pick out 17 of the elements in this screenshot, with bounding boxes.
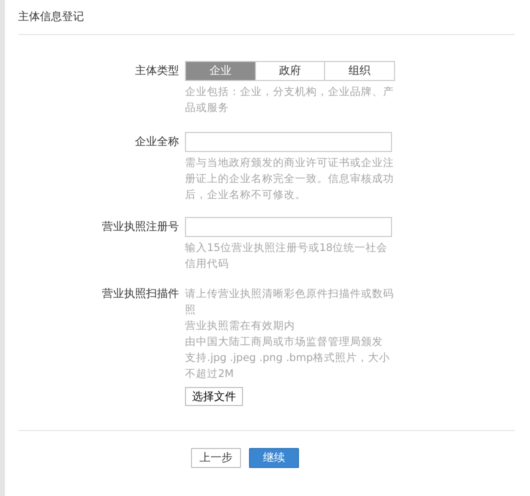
continue-button[interactable]: 继续 <box>249 448 299 468</box>
back-button[interactable]: 上一步 <box>191 448 241 468</box>
hint-text: 请上传营业执照清晰彩色原件扫描件或数码照 <box>185 287 395 318</box>
choose-file-button[interactable]: 选择文件 <box>185 387 243 406</box>
hint-text: 需与当地政府颁发的商业许可证书或企业注册证上的企业名称完全一致。信息审核成功后，企业名称不可修改。 <box>185 156 395 203</box>
hint-text: 由中国大陆工商局或市场监督管理局颁发 <box>185 335 384 350</box>
text-field[interactable] <box>185 132 392 152</box>
page-title: 主体信息登记 <box>18 10 84 23</box>
hint-text: 企业包括：企业，分支机构，企业品牌、产品或服务 <box>185 85 395 116</box>
field-label: 企业全称 <box>135 135 179 148</box>
hint-text: 支持.jpg .jpeg .png .bmp格式照片，大小不超过2M <box>185 351 391 382</box>
text-field[interactable] <box>185 217 392 237</box>
hint-text: 输入15位营业执照注册号或18位统一社会信用代码 <box>185 241 389 272</box>
field-label: 营业执照注册号 <box>102 220 179 233</box>
field-label: 营业执照扫描件 <box>102 287 179 300</box>
field-label: 主体类型 <box>135 64 179 77</box>
hint-text: 营业执照需在有效期内 <box>185 319 296 334</box>
